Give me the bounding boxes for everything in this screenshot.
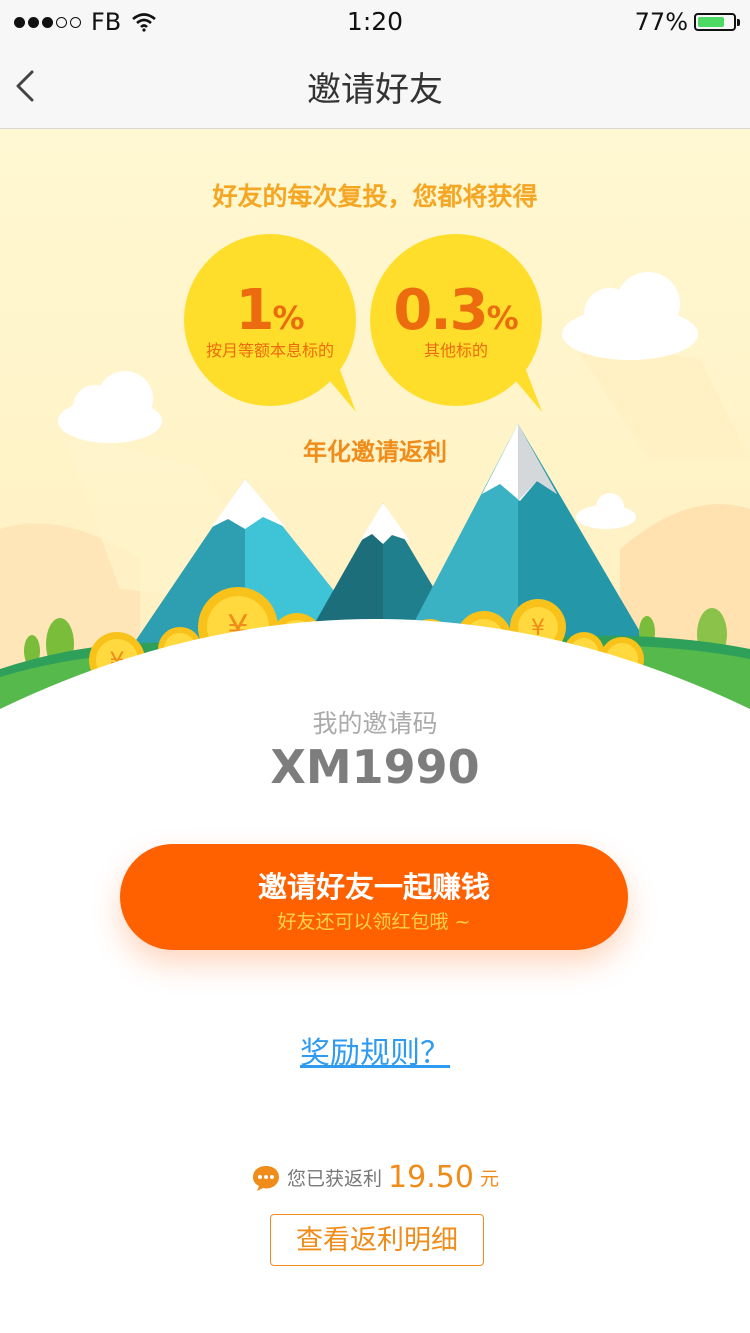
navigation-bar: 邀请好友 — [0, 44, 750, 129]
earned-rebate-prefix: 您已获返利 — [287, 1168, 383, 1190]
invite-friends-button-label: 邀请好友一起赚钱 — [257, 870, 490, 904]
earned-rebate-unit: 元 — [479, 1168, 499, 1190]
annual-rebate-label: 年化邀请返利 — [303, 438, 447, 466]
invite-friends-button[interactable]: 邀请好友一起赚钱 好友还可以领红包哦 ~ — [120, 844, 628, 950]
view-rebate-detail-button[interactable]: 查看返利明细 — [270, 1214, 484, 1266]
invite-friends-button-subtitle: 好友还可以领红包哦 ~ — [277, 911, 471, 933]
earned-rebate: 您已获返利 19.50 元 — [0, 1160, 750, 1195]
bubble-rate-1-label: 按月等额本息标的 — [205, 341, 334, 360]
invite-code: XM1990 — [270, 740, 480, 794]
earned-rebate-amount: 19.50 — [388, 1160, 474, 1195]
battery-icon — [694, 13, 740, 31]
rules-link-container: 奖励规则？ — [0, 1028, 750, 1072]
bubble-rate-2-label: 其他标的 — [423, 341, 488, 360]
reward-rules-link[interactable]: 奖励规则？ — [300, 1036, 450, 1071]
status-bar: FB 1:20 77% — [0, 0, 750, 44]
battery-status: 77% — [634, 8, 740, 36]
bubble-rate-1-value: 1 — [235, 278, 274, 343]
chat-bubble-icon — [253, 1165, 280, 1191]
bubble-rate-2: 0.3% 其他标的 — [370, 234, 542, 412]
invite-code-label: 我的邀请码 — [312, 709, 438, 738]
bubble-rate-1: 1% 按月等额本息标的 — [184, 234, 356, 412]
bubble-rate-2-unit: % — [486, 299, 519, 337]
bubble-rate-2-value: 0.3 — [393, 278, 488, 343]
bubble-rate-1-unit: % — [272, 299, 305, 337]
page-title: 邀请好友 — [307, 70, 443, 110]
hero-illustration: ¥ ¥ ¥ — [0, 129, 750, 729]
reward-headline: 好友的每次复投，您都将获得 — [212, 182, 538, 211]
battery-percent: 77% — [634, 8, 688, 36]
